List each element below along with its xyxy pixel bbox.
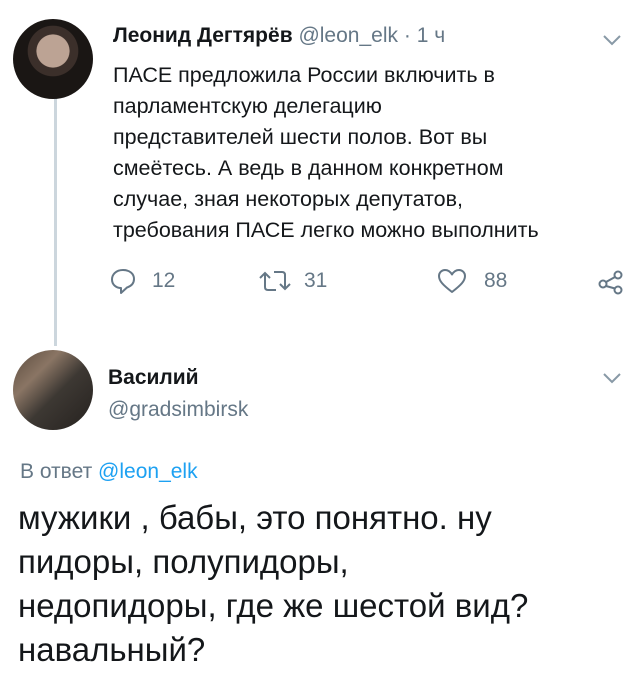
- tweet-header: Леонид Дегтярёв @leon_elk · 1 ч: [113, 24, 445, 48]
- reply-text: мужики , бабы, это понятно. ну пидоры, п…: [18, 496, 628, 672]
- tweet-text-line: требования ПАСЕ легко можно выполнить: [113, 218, 539, 242]
- header-separator: ·: [403, 24, 411, 47]
- tweet-time[interactable]: 1 ч: [417, 24, 445, 47]
- reply-to-context: В ответ @leon_elk: [20, 460, 198, 484]
- reply-count: 12: [152, 269, 176, 292]
- tweet-text-line: парламентскую делегацию: [113, 94, 382, 118]
- reply-icon: [111, 269, 135, 294]
- reply-to-handle-link[interactable]: @leon_elk: [98, 460, 198, 483]
- reply-text-line: недопидоры, где же шестой вид?: [18, 587, 529, 624]
- chevron-down-icon[interactable]: [601, 370, 623, 386]
- tweet-text-line: представителей шести полов. Вот вы: [113, 125, 488, 149]
- tweet-text-line: ПАСЕ предложила России включить в: [113, 63, 495, 87]
- tweet-text: ПАСЕ предложила России включить в парлам…: [113, 60, 623, 246]
- reply-text-line: мужики , бабы, это понятно. ну: [18, 499, 492, 536]
- reply-text-line: навальный?: [18, 631, 206, 668]
- avatar[interactable]: [13, 19, 93, 99]
- author-handle[interactable]: @leon_elk: [298, 24, 398, 47]
- like-icon: [438, 269, 466, 293]
- reply-author-name-line: Василий: [108, 366, 199, 390]
- reply-button[interactable]: 12: [108, 266, 175, 296]
- tweet-text-line: смеётесь. А ведь в данном конкретном: [113, 156, 504, 180]
- author-name[interactable]: Василий: [108, 366, 199, 389]
- retweet-icon: [259, 271, 291, 291]
- like-button[interactable]: 88: [436, 266, 507, 296]
- retweet-button[interactable]: 31: [258, 266, 327, 296]
- thread-connector-line: [54, 96, 57, 346]
- share-icon: [598, 270, 623, 295]
- tweet-text-line: случае, зная некоторых депутатов,: [113, 187, 464, 211]
- author-handle[interactable]: @gradsimbirsk: [108, 398, 248, 421]
- author-name[interactable]: Леонид Дегтярёв: [113, 24, 293, 47]
- avatar[interactable]: [13, 350, 93, 430]
- chevron-down-icon[interactable]: [601, 32, 623, 48]
- retweet-count: 31: [304, 269, 328, 292]
- share-button[interactable]: [596, 266, 626, 296]
- like-count: 88: [484, 269, 508, 292]
- reply-author-handle-line: @gradsimbirsk: [108, 398, 248, 422]
- reply-to-prefix: В ответ: [20, 460, 93, 483]
- reply-text-line: пидоры, полупидоры,: [18, 543, 349, 580]
